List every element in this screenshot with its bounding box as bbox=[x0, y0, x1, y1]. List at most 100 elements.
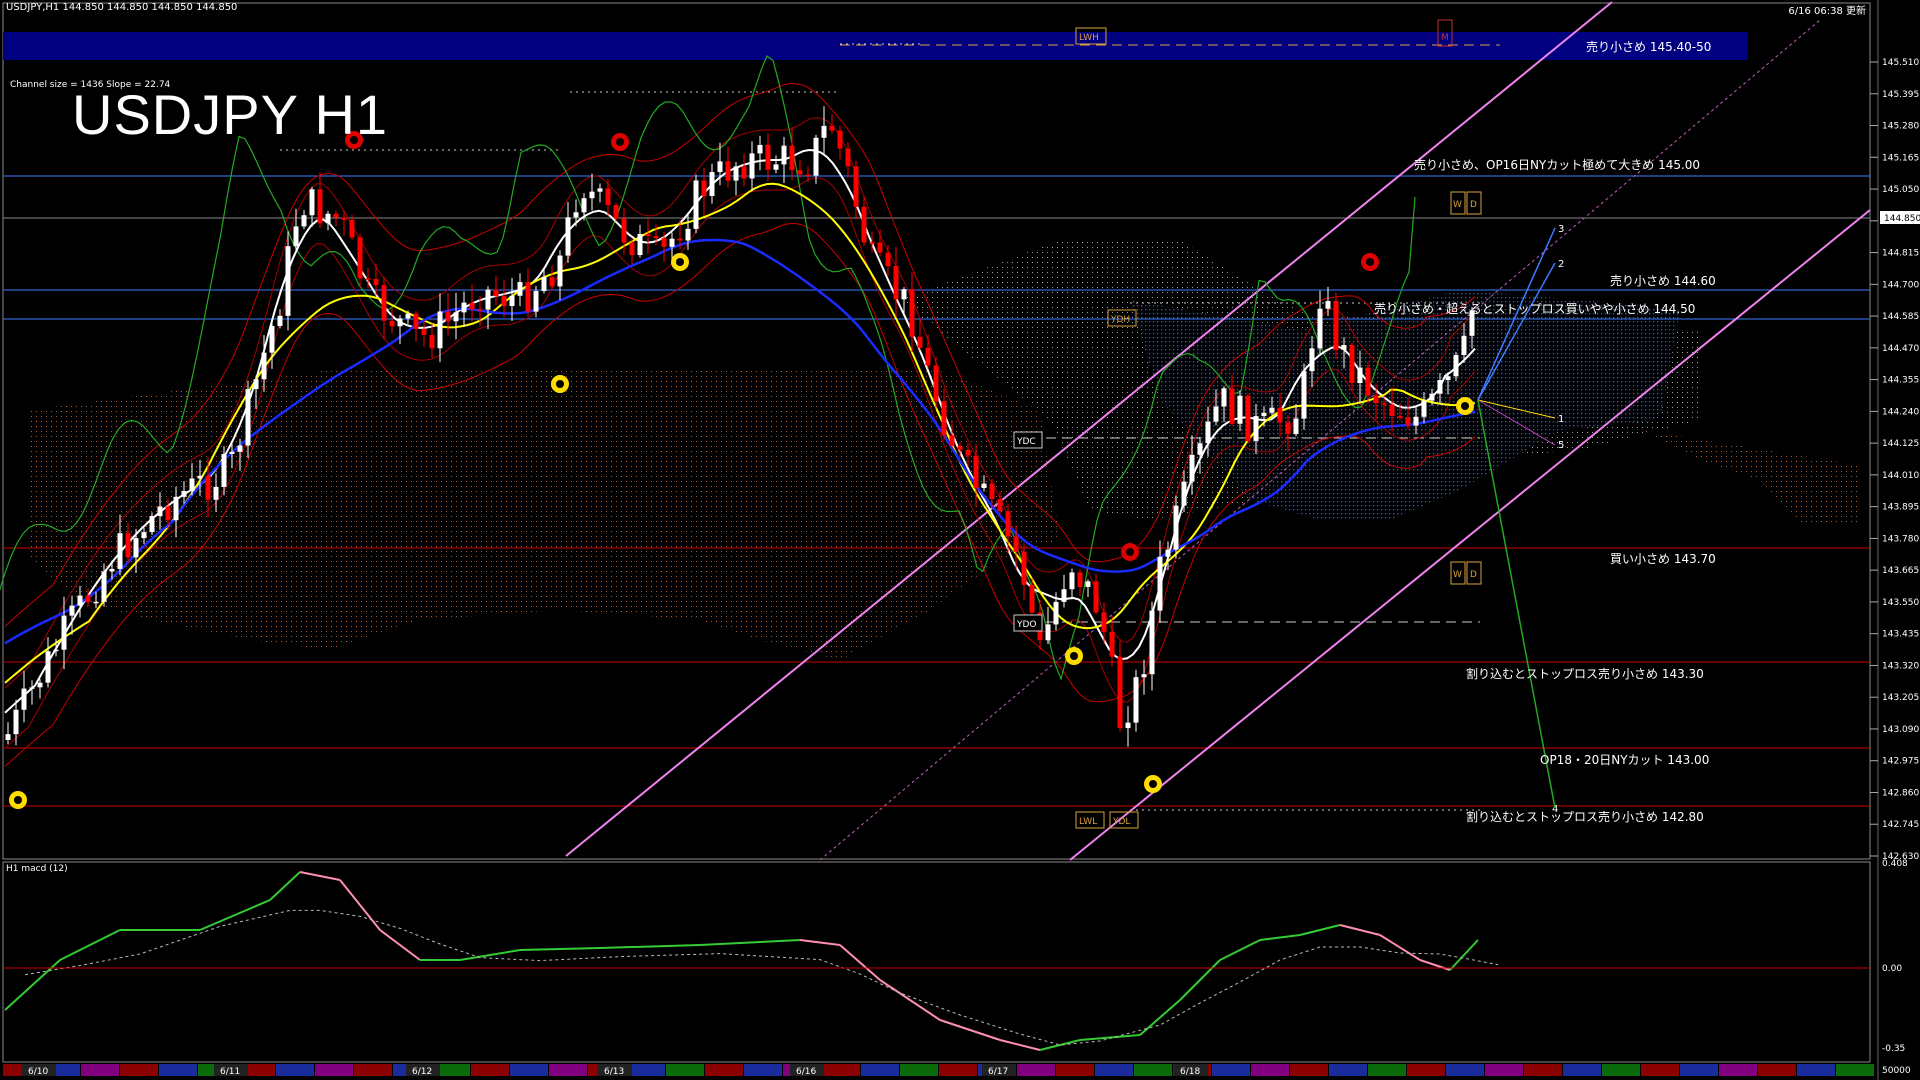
svg-text:YDL: YDL bbox=[1112, 817, 1130, 827]
annotation-buy-143-70: 買い小さめ 143.70 bbox=[1610, 552, 1716, 566]
candle-body bbox=[821, 125, 827, 138]
date-bar-segment bbox=[159, 1064, 197, 1076]
date-bar-segment bbox=[1056, 1064, 1094, 1076]
candle-body bbox=[1021, 551, 1027, 585]
candle-body bbox=[965, 449, 971, 456]
candle-body bbox=[1429, 393, 1435, 401]
candle-body bbox=[933, 365, 939, 402]
candle-body bbox=[805, 174, 811, 177]
candle-body bbox=[125, 533, 131, 558]
price-tick-label: 144.240 bbox=[1882, 407, 1919, 417]
macd-tick-label: 0.00 bbox=[1882, 964, 1902, 974]
macd-segment bbox=[299, 871, 341, 881]
svg-text:M: M bbox=[1441, 33, 1449, 43]
date-bar-segment bbox=[666, 1064, 704, 1076]
candle-body bbox=[1325, 301, 1331, 309]
candle-body bbox=[949, 435, 955, 446]
candle-body bbox=[1365, 367, 1371, 396]
candle-body bbox=[581, 198, 587, 213]
date-label: 6/18 bbox=[1180, 1067, 1200, 1077]
candle-body bbox=[421, 328, 427, 335]
candle-body bbox=[1029, 584, 1035, 613]
price-tick-label: 145.510 bbox=[1882, 58, 1919, 68]
date-bar-segment bbox=[1212, 1064, 1250, 1076]
price-tick-label: 143.550 bbox=[1882, 598, 1919, 608]
candle-body bbox=[677, 238, 683, 241]
fan-label-2: 2 bbox=[1558, 259, 1564, 270]
marker-wd-bottom: W D bbox=[1450, 561, 1482, 585]
candle-body bbox=[605, 188, 611, 206]
macd-segment bbox=[879, 979, 941, 1021]
candle-body bbox=[1237, 395, 1243, 424]
date-bar-segment bbox=[1329, 1064, 1367, 1076]
candle-body bbox=[45, 651, 51, 683]
marker-ydc: YDC bbox=[1013, 431, 1043, 449]
candle-body bbox=[1085, 581, 1091, 587]
svg-text:W: W bbox=[1453, 570, 1462, 580]
candle-body bbox=[941, 401, 947, 436]
candle-body bbox=[453, 312, 459, 322]
candle-body bbox=[85, 595, 91, 603]
price-tick-label: 145.050 bbox=[1882, 185, 1919, 195]
candle-body bbox=[869, 242, 875, 244]
annotation-sell-144-60: 売り小さめ 144.60 bbox=[1610, 274, 1716, 288]
candle-body bbox=[1197, 443, 1203, 455]
candle-body bbox=[877, 242, 883, 253]
candle-body bbox=[525, 282, 531, 312]
candle-body bbox=[1141, 674, 1147, 678]
price-tick-label: 142.860 bbox=[1882, 788, 1919, 798]
macd-segment bbox=[1219, 939, 1261, 961]
macd-segment bbox=[339, 879, 381, 931]
candle-body bbox=[997, 499, 1003, 512]
candle-body bbox=[629, 242, 635, 256]
fan-label-1: 1 bbox=[1558, 414, 1564, 425]
annotation-stop-142-80: 割り込むとストップロス売り小さめ 142.80 bbox=[1466, 810, 1704, 824]
candle-body bbox=[1173, 505, 1179, 550]
date-bar-segment bbox=[1251, 1064, 1289, 1076]
candle-body bbox=[989, 483, 995, 500]
chart-title: USDJPY H1 bbox=[72, 83, 389, 146]
fractal-arrow-icon-center bbox=[676, 258, 684, 266]
candle-body bbox=[1109, 631, 1115, 657]
fan-label-5: 5 bbox=[1558, 440, 1564, 451]
candle-body bbox=[1341, 344, 1347, 350]
annotation-sell-145-00: 売り小さめ、OP16日NYカット極めて大きめ 145.00 bbox=[1414, 158, 1701, 172]
annotation-sell-145-40: 売り小さめ 145.40-50 bbox=[1586, 40, 1712, 54]
candle-body bbox=[133, 538, 139, 558]
date-bar-segment bbox=[1563, 1064, 1601, 1076]
candle-body bbox=[101, 571, 107, 602]
candle-body bbox=[829, 125, 835, 131]
date-bar-segment bbox=[1797, 1064, 1835, 1076]
candle-body bbox=[1405, 417, 1411, 426]
candle-body bbox=[5, 734, 11, 740]
candle-body bbox=[1381, 403, 1387, 405]
price-tick-label: 143.665 bbox=[1882, 566, 1919, 576]
date-bar-segment bbox=[1758, 1064, 1796, 1076]
price-tick-label: 144.700 bbox=[1882, 280, 1919, 290]
marker-ydo: YDO bbox=[1013, 614, 1043, 632]
candle-body bbox=[13, 709, 19, 735]
macd-segment bbox=[519, 947, 601, 951]
fractal-arrow-icon-center bbox=[1366, 258, 1374, 266]
candle-body bbox=[1093, 581, 1099, 613]
date-bar-segment bbox=[1134, 1064, 1172, 1076]
candle-body bbox=[621, 218, 627, 243]
candle-body bbox=[253, 379, 259, 390]
update-clock: 6/16 06:38 更新 bbox=[1788, 6, 1866, 17]
candle-body bbox=[1373, 395, 1379, 404]
date-bar-segment bbox=[744, 1064, 782, 1076]
candle-body bbox=[981, 483, 987, 488]
candle-body bbox=[1285, 422, 1291, 434]
candle-body bbox=[733, 166, 739, 181]
candle-body bbox=[837, 130, 843, 149]
svg-text:D: D bbox=[1470, 200, 1477, 210]
candle-body bbox=[1101, 612, 1107, 632]
macd-segment bbox=[999, 1039, 1041, 1051]
candle-body bbox=[589, 191, 595, 199]
candle-body bbox=[1461, 335, 1467, 356]
candle-body bbox=[653, 236, 659, 239]
ichimoku-cloud-future bbox=[1640, 430, 1860, 525]
candle-body bbox=[1437, 380, 1443, 394]
candle-body bbox=[893, 266, 899, 300]
date-bar-segment bbox=[1017, 1064, 1055, 1076]
